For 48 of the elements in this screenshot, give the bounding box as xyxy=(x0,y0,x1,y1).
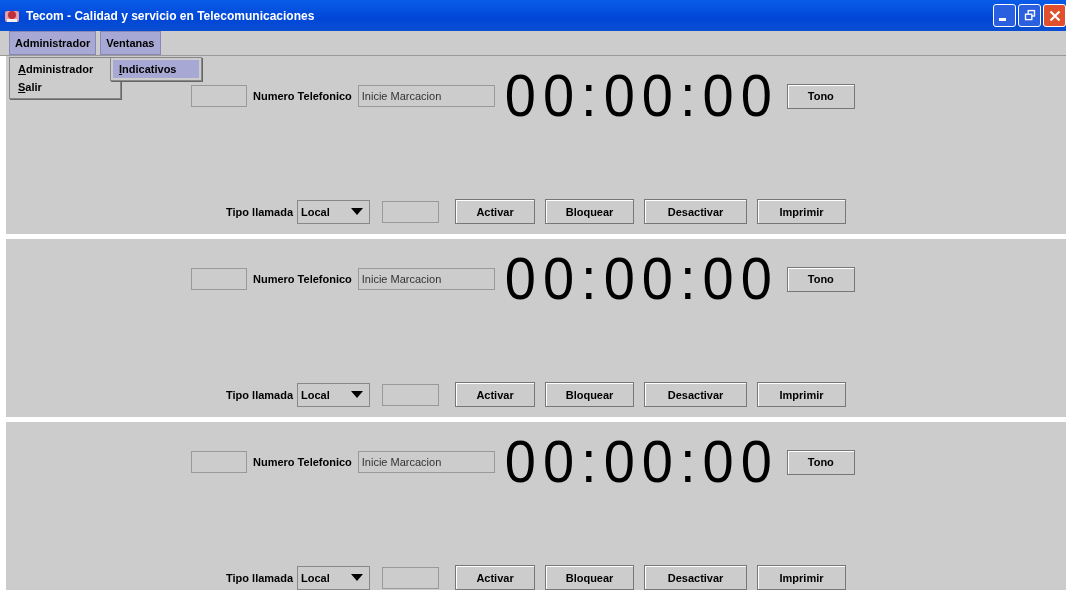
caret-icon xyxy=(351,391,364,398)
action-button[interactable]: Desactivar xyxy=(644,199,748,224)
menu-entry[interactable]: Indicativos xyxy=(113,60,199,78)
action-button[interactable]: Imprimir xyxy=(757,199,847,224)
timer-display: 00:00:00 xyxy=(504,430,779,494)
phone-label: Numero Telefonico xyxy=(253,90,352,102)
action-button[interactable]: Bloquear xyxy=(545,565,635,590)
call-type-dropdown[interactable]: Local xyxy=(297,565,371,590)
call-type-label: Tipo llamada xyxy=(226,205,294,218)
caret-icon xyxy=(351,574,364,581)
window-title: Tecom - Calidad y servicio en Telecomunicaciones xyxy=(26,8,315,23)
input-field[interactable] xyxy=(191,451,247,473)
phone-field[interactable]: Inicie Marcacion xyxy=(357,268,495,290)
action-button[interactable]: Activar xyxy=(455,382,536,407)
input-field[interactable] xyxy=(382,566,440,589)
call-type-label: Tipo llamada xyxy=(226,388,294,401)
menu-item[interactable]: Ventanas xyxy=(100,31,161,55)
input-field[interactable] xyxy=(382,383,440,406)
phone-label: Numero Telefonico xyxy=(253,456,352,468)
action-button[interactable]: Desactivar xyxy=(644,382,748,407)
caret-icon xyxy=(351,208,364,215)
menu-entry[interactable]: Salir xyxy=(12,78,118,96)
input-field[interactable] xyxy=(382,200,440,223)
tone-button[interactable]: Tono xyxy=(786,83,855,109)
action-button[interactable]: Imprimir xyxy=(757,565,847,590)
call-type-label: Tipo llamada xyxy=(226,571,294,584)
maximize-button[interactable] xyxy=(1018,4,1041,27)
timer-display: 00:00:00 xyxy=(504,247,779,311)
minimize-button[interactable] xyxy=(993,4,1016,27)
action-button[interactable]: Activar xyxy=(455,199,536,224)
menu-item[interactable]: Administrador xyxy=(9,31,97,55)
input-field[interactable] xyxy=(191,268,247,290)
action-button[interactable]: Activar xyxy=(455,565,536,590)
close-button[interactable] xyxy=(1043,4,1066,27)
timer-display: 00:00:00 xyxy=(504,64,779,128)
tone-button[interactable]: Tono xyxy=(786,266,855,292)
action-button[interactable]: Imprimir xyxy=(757,382,847,407)
action-button[interactable]: Bloquear xyxy=(545,199,635,224)
phone-field[interactable]: Inicie Marcacion xyxy=(357,451,495,473)
phone-label: Numero Telefonico xyxy=(253,273,352,285)
phone-field[interactable]: Inicie Marcacion xyxy=(357,85,495,107)
minimize-icon xyxy=(999,18,1006,21)
action-button[interactable]: Bloquear xyxy=(545,382,635,407)
input-field[interactable] xyxy=(191,85,247,107)
tone-button[interactable]: Tono xyxy=(786,449,855,475)
call-type-dropdown[interactable]: Local xyxy=(297,382,371,407)
call-type-dropdown[interactable]: Local xyxy=(297,199,371,224)
action-button[interactable]: Desactivar xyxy=(644,565,748,590)
